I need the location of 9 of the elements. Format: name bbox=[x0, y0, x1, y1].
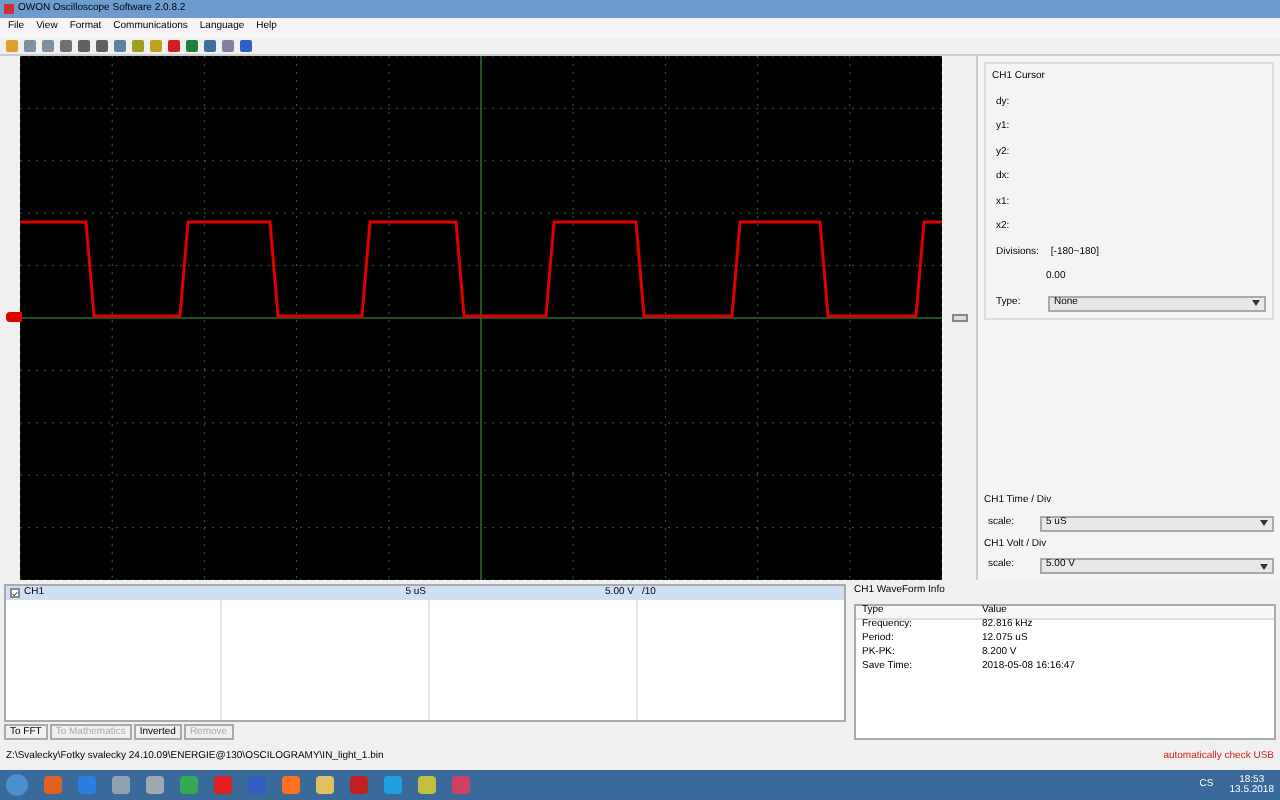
slider-handle[interactable] bbox=[951, 314, 967, 322]
caret-icon bbox=[1260, 520, 1268, 526]
check-icon bbox=[12, 589, 18, 597]
caret-icon bbox=[1260, 563, 1268, 569]
level-marker[interactable] bbox=[6, 312, 22, 322]
app-icon bbox=[4, 4, 14, 14]
caret-icon bbox=[1252, 300, 1260, 306]
checkbox[interactable] bbox=[10, 588, 20, 598]
start-icon[interactable] bbox=[6, 774, 28, 796]
